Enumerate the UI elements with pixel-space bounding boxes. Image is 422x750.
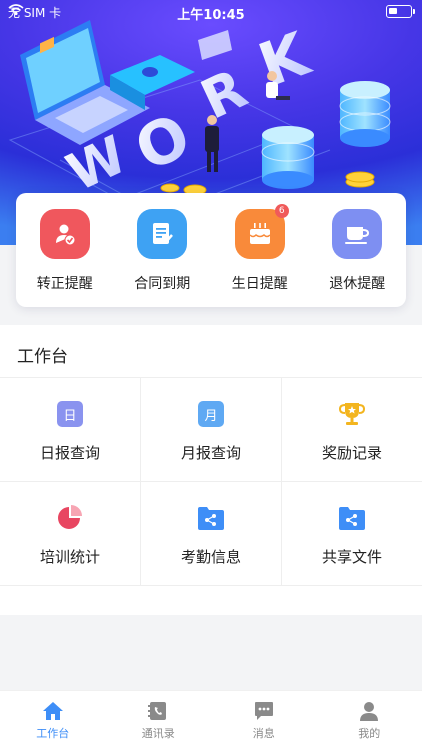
workbench-section: 工作台 日 日报查询 月 月报查询 奖励记录 培训统计 考勤信息 共享文件 xyxy=(0,325,422,615)
cake-icon: 6 xyxy=(234,204,289,259)
message-icon xyxy=(254,702,273,720)
battery-icon xyxy=(386,5,415,18)
reminder-contract[interactable]: 合同到期 xyxy=(114,193,212,307)
reminder-label: 转正提醒 xyxy=(36,276,93,292)
attendance-info-item[interactable]: 考勤信息 xyxy=(141,482,282,586)
workbench-title: 工作台 xyxy=(17,347,68,367)
monthly-report-icon: 月 xyxy=(197,400,225,428)
home-icon xyxy=(42,702,63,720)
reminder-card: 转正提醒 合同到期 6 生日提醒 退休提醒 xyxy=(16,193,406,307)
contacts-icon xyxy=(148,702,167,720)
grid-item-label: 奖励记录 xyxy=(321,444,382,462)
bottom-tab-bar: 工作台 通讯录 消息 我的 xyxy=(0,690,422,750)
reminder-retirement[interactable]: 退休提醒 xyxy=(309,193,407,307)
user-check-icon xyxy=(39,209,90,259)
reminder-label: 生日提醒 xyxy=(231,276,288,292)
coffee-cup-icon xyxy=(332,209,383,259)
svg-text:K: K xyxy=(250,19,320,102)
tab-label: 我的 xyxy=(358,727,381,740)
pie-chart-icon xyxy=(56,504,84,532)
svg-text:R: R xyxy=(192,57,256,132)
reminder-probation[interactable]: 转正提醒 xyxy=(16,193,114,307)
trophy-icon xyxy=(338,400,366,428)
tab-label: 消息 xyxy=(252,727,275,740)
status-time: 上午10:45 xyxy=(177,8,245,23)
daily-report-item[interactable]: 日 日报查询 xyxy=(0,378,141,482)
tab-profile[interactable]: 我的 xyxy=(317,691,422,750)
monthly-report-item[interactable]: 月 月报查询 xyxy=(141,378,282,482)
tab-workbench[interactable]: 工作台 xyxy=(0,691,106,750)
status-bar: 无 SIM 卡 上午10:45 xyxy=(0,0,422,24)
grid-item-label: 考勤信息 xyxy=(180,548,241,566)
grid-item-label: 培训统计 xyxy=(39,548,100,566)
birthday-count-badge: 6 xyxy=(274,204,289,218)
reminder-birthday[interactable]: 6 生日提醒 xyxy=(211,193,309,307)
grid-item-label: 日报查询 xyxy=(39,444,100,462)
grid-item-label: 月报查询 xyxy=(180,444,241,462)
reward-record-item[interactable]: 奖励记录 xyxy=(282,378,422,482)
reminder-label: 退休提醒 xyxy=(329,276,386,292)
tab-contacts[interactable]: 通讯录 xyxy=(106,691,212,750)
contract-icon xyxy=(137,209,188,259)
tab-label: 工作台 xyxy=(36,727,70,740)
shared-files-item[interactable]: 共享文件 xyxy=(282,482,422,586)
grid-item-label: 共享文件 xyxy=(321,548,382,566)
tab-label: 通讯录 xyxy=(141,727,175,740)
tab-messages[interactable]: 消息 xyxy=(211,691,317,750)
daily-report-icon: 日 xyxy=(56,400,84,428)
reminder-label: 合同到期 xyxy=(134,276,191,292)
profile-icon xyxy=(360,702,379,721)
training-stats-item[interactable]: 培训统计 xyxy=(0,482,141,586)
workbench-grid: 日 日报查询 月 月报查询 奖励记录 培训统计 考勤信息 共享文件 xyxy=(0,377,422,586)
shared-folder-icon xyxy=(338,504,366,532)
attendance-folder-icon xyxy=(197,504,225,532)
